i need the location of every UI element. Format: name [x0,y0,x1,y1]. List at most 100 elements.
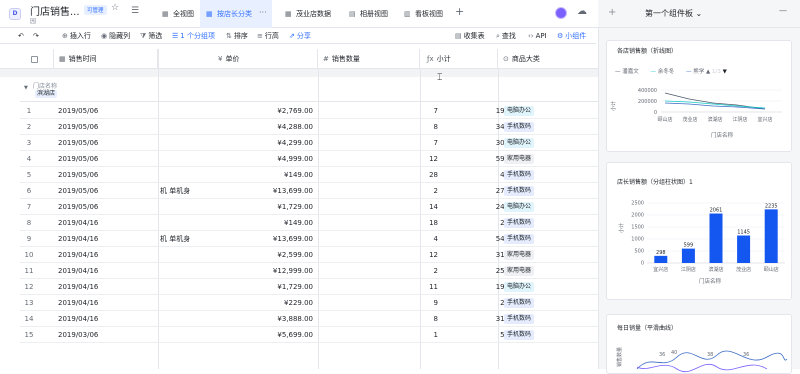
widget-card-smooth-line[interactable]: 每日销量（平滑曲线） 销售数量 36 40 38 36 [606,314,792,374]
cell-date[interactable]: 2019/04/16 [58,295,98,311]
table-row[interactable]: 52019/05/06¥149.00284172手机数码 [20,167,598,183]
category-tag[interactable]: 电脑办公 [504,202,535,212]
star-icon[interactable]: ☆ [111,3,119,13]
category-tag[interactable]: 家用电器 [504,250,535,260]
category-tag[interactable]: 手机数码 [504,330,535,340]
add-view-icon[interactable]: + [455,5,464,18]
table-row[interactable]: 62019/05/06机 单机身¥13,699.00227398手机数码 [20,183,598,199]
cell-price[interactable]: ¥4,299.00 [180,135,313,151]
table-row[interactable]: 12019/05/06¥2,769.00719383电脑办公 [20,103,598,119]
cell-qty[interactable]: 4 [320,231,438,247]
widget-card-bar-chart[interactable]: 店长销售额（分组柱状图）1 小计 0 500 1000 1500 2000 2500 29… [606,162,792,300]
undo-icon[interactable]: ↶ [18,28,24,44]
select-all-checkbox[interactable] [31,55,38,63]
menu-icon[interactable]: ☰ [131,6,139,16]
cell-price[interactable]: ¥2,599.00 [180,247,313,263]
category-tag[interactable]: 电脑办公 [504,138,535,148]
cell-qty[interactable]: 11 [320,279,438,295]
cell-qty[interactable]: 12 [320,151,438,167]
cell-price[interactable]: ¥5,699.00 [180,327,313,343]
hidden-columns-button[interactable]: ◉ 隐藏列 [101,28,130,44]
table-row[interactable]: 22019/05/06¥4,288.00834304手机数码 [20,119,598,135]
cell-qty[interactable]: 7 [320,103,438,119]
filter-button[interactable]: ⧩ 筛选 [140,28,162,44]
category-tag[interactable]: 手机数码 [504,218,535,228]
table-row[interactable]: 42019/05/06¥4,999.001259988家用电器 [20,151,598,167]
cell-price[interactable]: ¥13,699.00 [180,231,313,247]
cloud-sync-icon[interactable]: ☁ [577,6,587,17]
avatar[interactable] [555,7,567,19]
cell-date[interactable]: 2019/04/16 [58,311,98,327]
category-tag[interactable]: 电脑办公 [504,282,535,292]
bar[interactable] [764,209,778,263]
cell-price[interactable]: ¥229.00 [180,295,313,311]
table-row[interactable]: 92019/04/16机 单机身¥13,699.00454796手机数码 [20,231,598,247]
api-button[interactable]: ‹› API [528,28,547,44]
base-app-icon[interactable]: D [9,8,21,20]
bar[interactable] [654,255,668,263]
cell-date[interactable]: 2019/04/16 [58,247,98,263]
redo-icon[interactable]: ↷ [33,28,39,44]
tab-maoye-data[interactable]: ▦ 茂业店数据 [279,0,341,28]
minimize-icon[interactable]: — [779,6,787,15]
widget-board-title[interactable]: 第一个组件板 ⌄ [645,8,702,19]
category-tag[interactable]: 电脑办公 [504,106,535,116]
cell-date[interactable]: 2019/05/06 [58,103,98,119]
form-button[interactable]: ▤ 收集表 [455,28,485,44]
cell-price[interactable]: ¥3,888.00 [180,311,313,327]
cell-qty[interactable]: 12 [320,247,438,263]
tab-all-view[interactable]: ▦ 全视图 [156,0,200,28]
find-button[interactable]: ⌕ 查找 [496,28,516,44]
category-tag[interactable]: 手机数码 [504,314,535,324]
cell-qty[interactable]: 18 [320,215,438,231]
bar[interactable] [681,248,695,263]
cell-price[interactable]: ¥1,729.00 [180,279,313,295]
category-tag[interactable]: 家用电器 [504,266,535,276]
table-row[interactable]: 72019/05/06¥1,729.001424206电脑办公 [20,199,598,215]
sort-button[interactable]: ⇅ 排序 [226,28,248,44]
column-header-category[interactable]: ⊙ 商品大类 [498,49,593,69]
cell-date[interactable]: 2019/05/06 [58,199,98,215]
cell-date[interactable]: 2019/04/16 [58,279,98,295]
share-button[interactable]: ⇗ 分享 [289,28,311,44]
insert-row-button[interactable]: ⊕ 插入行 [62,28,91,44]
cell-date[interactable]: 2019/05/06 [58,119,98,135]
bar[interactable] [737,235,751,263]
cell-date[interactable]: 2019/04/16 [58,231,98,247]
cell-price[interactable]: ¥149.00 [180,167,313,183]
cell-price[interactable]: ¥13,699.00 [180,183,313,199]
category-tag[interactable]: 手机数码 [504,170,535,180]
add-widget-icon[interactable]: + [608,7,616,18]
table-row[interactable]: 102019/04/16¥2,599.001231188家用电器 [20,247,598,263]
legend-prev-icon[interactable]: ▲ [706,69,710,75]
cell-date[interactable]: 2019/03/06 [58,327,98,343]
widget-button[interactable]: ⚙ 小组件 [557,28,586,44]
category-tag[interactable]: 手机数码 [504,122,535,132]
tab-more-icon[interactable]: ··· [259,0,267,26]
column-header-date[interactable]: ▦ 销售时间 [54,49,158,69]
category-tag[interactable]: 家用电器 [504,154,535,164]
cell-qty[interactable]: 1 [320,327,438,343]
column-header-subtotal[interactable]: ƒx 小计 [420,49,498,69]
cell-qty[interactable]: 8 [320,119,438,135]
cell-date[interactable]: 2019/05/06 [58,183,98,199]
cell-qty[interactable]: 2 [320,263,438,279]
cell-price[interactable]: ¥1,729.00 [180,199,313,215]
collapse-group-icon[interactable]: ▼ [24,85,28,91]
cell-date[interactable]: 2019/05/06 [58,135,98,151]
cell-qty[interactable]: 14 [320,199,438,215]
table-row[interactable]: 82019/04/16¥149.00182682手机数码 [20,215,598,231]
document-title[interactable]: 门店销售... [30,3,80,18]
widget-card-line-chart[interactable]: 各店销售额（折线图） — 潘嘉文 — 余冬冬 — 熊学 ▲ 1/3 ▼ 小计 4… [606,40,792,152]
cell-price[interactable]: ¥149.00 [180,215,313,231]
cell-price[interactable]: ¥4,999.00 [180,151,313,167]
cell-qty[interactable]: 28 [320,167,438,183]
bar[interactable] [709,213,723,263]
table-row[interactable]: 152019/03/06¥5,699.0015699手机数码 [20,327,598,343]
cell-qty[interactable]: 7 [320,135,438,151]
tab-gallery-view[interactable]: ▤ 相册视图 [343,0,397,28]
table-row[interactable]: 32019/05/06¥4,299.00730093电脑办公 [20,135,598,151]
category-tag[interactable]: 手机数码 [504,234,535,244]
table-row[interactable]: 132019/04/16¥229.0092061手机数码 [20,295,598,311]
table-row[interactable]: 112019/04/16¥12,999.00225998家用电器 [20,263,598,279]
